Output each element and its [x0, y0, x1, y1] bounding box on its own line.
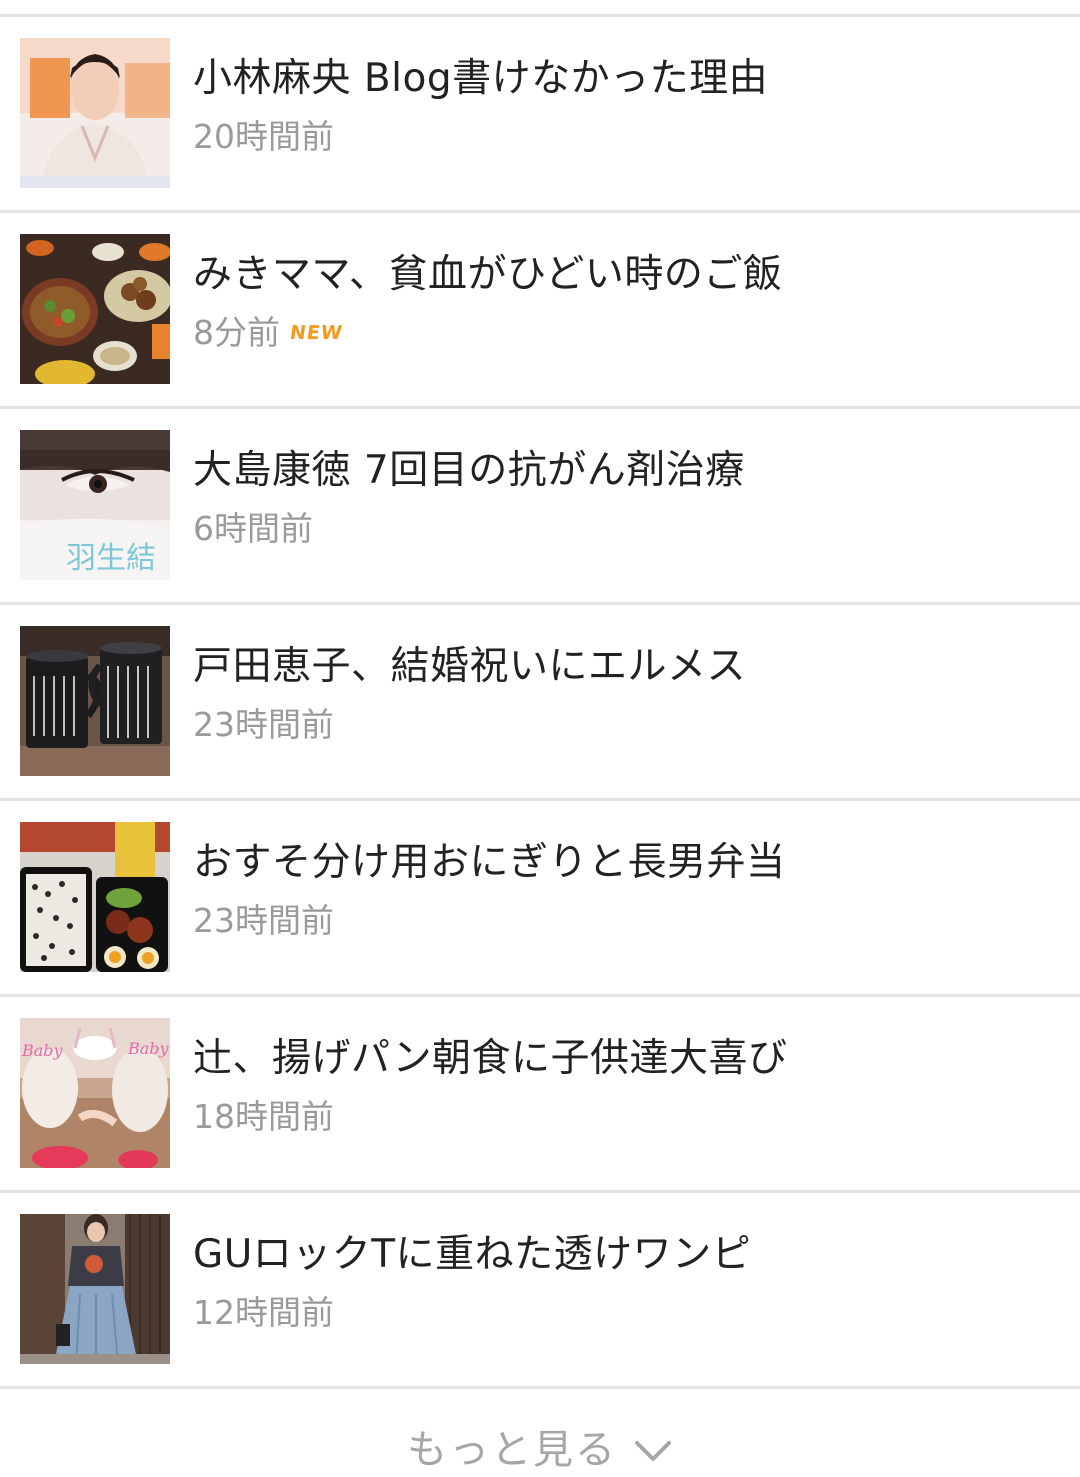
article-title[interactable]: 大島康徳 7回目の抗がん剤治療	[193, 445, 1060, 497]
article-title[interactable]: おすそ分け用おにぎりと長男弁当	[193, 837, 1060, 889]
article-thumbnail[interactable]	[20, 38, 170, 188]
list-item[interactable]: おすそ分け用おにぎりと長男弁当 23時間前	[0, 801, 1080, 997]
article-time: 6時間前	[193, 509, 313, 548]
article-thumbnail[interactable]: 羽生結	[20, 430, 170, 580]
list-item[interactable]: 小林麻央 Blog書けなかった理由 20時間前	[0, 17, 1080, 213]
article-text: 大島康徳 7回目の抗がん剤治療 6時間前	[193, 445, 1060, 549]
article-thumbnail[interactable]: Baby Baby	[20, 1018, 170, 1168]
new-badge: NEW	[288, 322, 345, 344]
show-more-section: もっと見る	[0, 1420, 1080, 1477]
list-item[interactable]: 羽生結 大島康徳 7回目の抗がん剤治療 6時間前	[0, 409, 1080, 605]
article-meta: 8分前 NEW	[193, 313, 1060, 353]
article-meta: 23時間前	[193, 901, 1060, 941]
list-item[interactable]: GUロックTに重ねた透けワンピ 12時間前	[0, 1193, 1080, 1389]
article-meta: 23時間前	[193, 705, 1060, 745]
article-title[interactable]: 戸田恵子、結婚祝いにエルメス	[193, 641, 1060, 693]
list-item[interactable]: みきママ、貧血がひどい時のご飯 8分前 NEW	[0, 213, 1080, 409]
article-meta: 20時間前	[193, 117, 1060, 157]
article-time: 20時間前	[193, 117, 334, 156]
article-text: おすそ分け用おにぎりと長男弁当 23時間前	[193, 837, 1060, 941]
article-meta: 18時間前	[193, 1097, 1060, 1137]
article-time: 23時間前	[193, 901, 334, 940]
article-time: 12時間前	[193, 1293, 334, 1332]
article-thumbnail[interactable]	[20, 822, 170, 972]
chevron-down-icon	[635, 1441, 671, 1461]
article-text: みきママ、貧血がひどい時のご飯 8分前 NEW	[193, 249, 1060, 353]
article-thumbnail[interactable]	[20, 1214, 170, 1364]
thumb-overlay-text: 羽生結	[66, 541, 156, 576]
article-text: GUロックTに重ねた透けワンピ 12時間前	[193, 1229, 1060, 1333]
article-meta: 12時間前	[193, 1293, 1060, 1333]
list-item[interactable]: Baby Baby 辻、揚げパン朝食に子供達大喜び 18時間前	[0, 997, 1080, 1193]
article-meta: 6時間前	[193, 509, 1060, 549]
article-list: 小林麻央 Blog書けなかった理由 20時間前 みきママ、貧血がひどい時のご飯 …	[0, 17, 1080, 1389]
article-thumbnail[interactable]	[20, 626, 170, 776]
article-time: 8分前	[193, 313, 280, 352]
list-item[interactable]: 戸田恵子、結婚祝いにエルメス 23時間前	[0, 605, 1080, 801]
show-more-label: もっと見る	[407, 1427, 617, 1473]
article-time: 23時間前	[193, 705, 334, 744]
article-thumbnail[interactable]	[20, 234, 170, 384]
svg-text:Baby: Baby	[127, 1039, 170, 1058]
article-title[interactable]: 辻、揚げパン朝食に子供達大喜び	[193, 1033, 1060, 1085]
article-title[interactable]: みきママ、貧血がひどい時のご飯	[193, 249, 1060, 301]
article-text: 小林麻央 Blog書けなかった理由 20時間前	[193, 53, 1060, 157]
article-text: 戸田恵子、結婚祝いにエルメス 23時間前	[193, 641, 1060, 745]
article-title[interactable]: 小林麻央 Blog書けなかった理由	[193, 53, 1060, 105]
article-title[interactable]: GUロックTに重ねた透けワンピ	[193, 1229, 1060, 1281]
show-more-button[interactable]: もっと見る	[407, 1420, 673, 1477]
blog-ranking-page: 小林麻央 Blog書けなかった理由 20時間前 みきママ、貧血がひどい時のご飯 …	[0, 0, 1080, 1477]
svg-text:Baby: Baby	[21, 1041, 64, 1060]
article-time: 18時間前	[193, 1097, 334, 1136]
article-text: 辻、揚げパン朝食に子供達大喜び 18時間前	[193, 1033, 1060, 1137]
